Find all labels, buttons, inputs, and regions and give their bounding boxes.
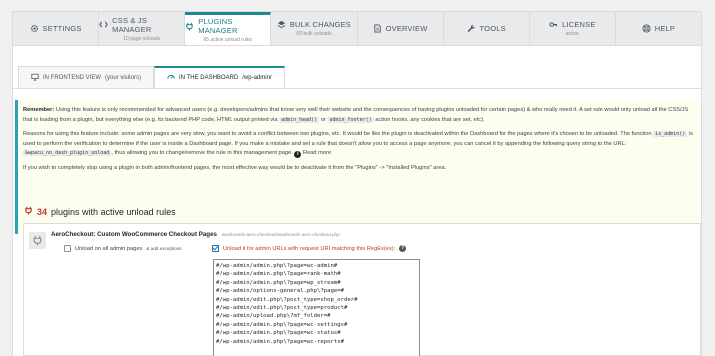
tab-dashboard-view[interactable]: IN THE DASHBOARD /wp-admin/ <box>154 66 285 88</box>
notice-text: , thus allowing you to change/remove the… <box>111 150 293 156</box>
plugin-icon <box>29 232 46 249</box>
tab-label: HELP <box>654 24 676 33</box>
code-snippet: &wpacu_no_dash_plugin_unload <box>23 150 112 156</box>
plugin-path: woofunnels-aero-checkout/woofunnels-aero… <box>221 232 340 237</box>
tab-sublabel: 60 bulk unloads <box>296 31 332 37</box>
tab-sublabel: 10 page unloads <box>123 35 161 42</box>
top-navigation: SETTINGS CSS & JS MANAGER 10 page unload… <box>12 11 702 46</box>
notice-text: Reasons for using this feature include: … <box>23 131 652 137</box>
dashboard-icon <box>167 73 175 83</box>
tab-dashboard-sub: /wp-admin/ <box>242 75 272 81</box>
regex-textarea[interactable]: #/wp-admin/admin.php\?page=wc-admin# #/w… <box>213 259 420 356</box>
tab-label: CSS & JS MANAGER <box>112 15 152 34</box>
notice-paragraph-3: If you wish to completely stop using a p… <box>23 164 447 171</box>
tab-overview[interactable]: OVERVIEW <box>358 12 444 45</box>
tab-label: BULK CHANGES <box>289 20 352 29</box>
regex-line: #/wp-admin/upload.php\?mf_folder=# <box>216 313 331 320</box>
tab-label: TOOLS <box>479 24 506 33</box>
info-icon: i <box>294 151 302 158</box>
plugin-title: AeroCheckout: Custom WooCommerce Checkou… <box>51 231 340 238</box>
unload-all-checkbox[interactable] <box>64 245 71 252</box>
view-tabs: IN FRONTEND VIEW (your visitors) IN THE … <box>18 66 285 88</box>
wrench-icon <box>467 24 476 33</box>
tab-css-js-manager[interactable]: CSS & JS MANAGER 10 page unloads <box>99 12 186 45</box>
unload-all-sublabel: & add exceptions <box>146 246 182 251</box>
regex-line: #/wp-admin/admin.php\?page=wc-admin# <box>216 263 338 269</box>
notice-text: or <box>320 116 326 123</box>
app-frame: SETTINGS CSS & JS MANAGER 10 page unload… <box>0 0 715 356</box>
notice-remember-label: Remember: <box>23 107 55 113</box>
tab-label: OVERVIEW <box>385 24 428 33</box>
document-icon <box>373 24 382 33</box>
plug-icon <box>24 206 33 217</box>
regex-line: #/wp-admin/admin.php\?page=wc-status# <box>216 330 341 337</box>
tab-license[interactable]: LICENSE active <box>530 12 616 45</box>
monitor-icon <box>31 73 39 83</box>
notice-text: action hooks, any cookies that are set, … <box>375 116 485 123</box>
regex-line: #/wp-admin/edit.php\?post_type=product# <box>216 305 348 312</box>
regex-line: #/wp-admin/admin.php\?page=wp_stream# <box>216 279 341 286</box>
unload-all-option[interactable]: Unload on all admin pages & add exceptio… <box>64 245 182 252</box>
code-snippet: admin_head() <box>279 116 320 123</box>
notice-paragraph-1: Remember: Using this feature is only rec… <box>23 106 694 125</box>
tabs-divider <box>13 88 701 89</box>
tab-settings[interactable]: SETTINGS <box>13 12 100 45</box>
notice-paragraph-2: Reasons for using this feature include: … <box>23 130 694 159</box>
tab-label: LICENSE <box>562 20 596 29</box>
regex-line: #/wp-admin/edit.php\?post_type=shop_orde… <box>216 296 358 303</box>
plugin-rule-card: AeroCheckout: Custom WooCommerce Checkou… <box>23 223 701 356</box>
tab-sublabel: 65 active unload rules <box>203 37 253 43</box>
code-icon <box>99 20 108 29</box>
tab-bulk-changes[interactable]: BULK CHANGES 60 bulk unloads <box>271 12 358 45</box>
regex-line: #/wp-admin/admin.php\?page=wc-settings# <box>216 321 348 328</box>
code-snippet: is_admin() <box>653 131 688 137</box>
main-panel: IN FRONTEND VIEW (your visitors) IN THE … <box>12 46 702 356</box>
read-more-link[interactable]: Read more <box>303 150 331 156</box>
unload-regex-label: Unload it for admin URLs with request UR… <box>223 245 396 252</box>
tab-sublabel: active <box>565 31 579 37</box>
plugins-heading-text: plugins with active unload rules <box>51 206 176 217</box>
code-snippet: admin_footer() <box>327 116 374 123</box>
gear-icon <box>30 24 39 33</box>
regex-line: #/wp-admin/admin.php\?page=rank-math# <box>216 271 341 278</box>
tab-label: SETTINGS <box>42 24 82 33</box>
unload-all-label: Unload on all admin pages <box>75 245 143 252</box>
layers-icon <box>277 20 286 29</box>
tab-frontend-label: IN FRONTEND VIEW <box>43 74 101 81</box>
key-icon <box>549 20 558 29</box>
plugin-name: AeroCheckout: Custom WooCommerce Checkou… <box>51 231 217 238</box>
tab-tools[interactable]: TOOLS <box>444 12 530 45</box>
plugins-heading: 34 plugins with active unload rules <box>24 206 176 217</box>
help-icon <box>642 24 651 33</box>
tab-plugins-manager[interactable]: PLUGINS MANAGER 65 active unload rules <box>185 12 272 45</box>
tab-dashboard-label: IN THE DASHBOARD <box>179 75 239 81</box>
plug-icon <box>185 22 194 31</box>
tab-frontend-view[interactable]: IN FRONTEND VIEW (your visitors) <box>18 66 155 88</box>
plugins-count: 34 <box>37 206 48 217</box>
tab-frontend-sub: (your visitors) <box>105 74 142 81</box>
tab-label: PLUGINS MANAGER <box>198 17 238 35</box>
help-icon[interactable]: ? <box>399 245 407 252</box>
regex-line: #/wp-admin/options-general.php\?page=# <box>216 288 344 295</box>
unload-regex-option[interactable]: Unload it for admin URLs with request UR… <box>212 245 407 252</box>
unload-regex-checkbox[interactable] <box>212 245 219 252</box>
regex-line: #/wp-admin/admin.php\?page=wc-reports# <box>216 338 344 345</box>
tab-help[interactable]: HELP <box>616 12 701 45</box>
